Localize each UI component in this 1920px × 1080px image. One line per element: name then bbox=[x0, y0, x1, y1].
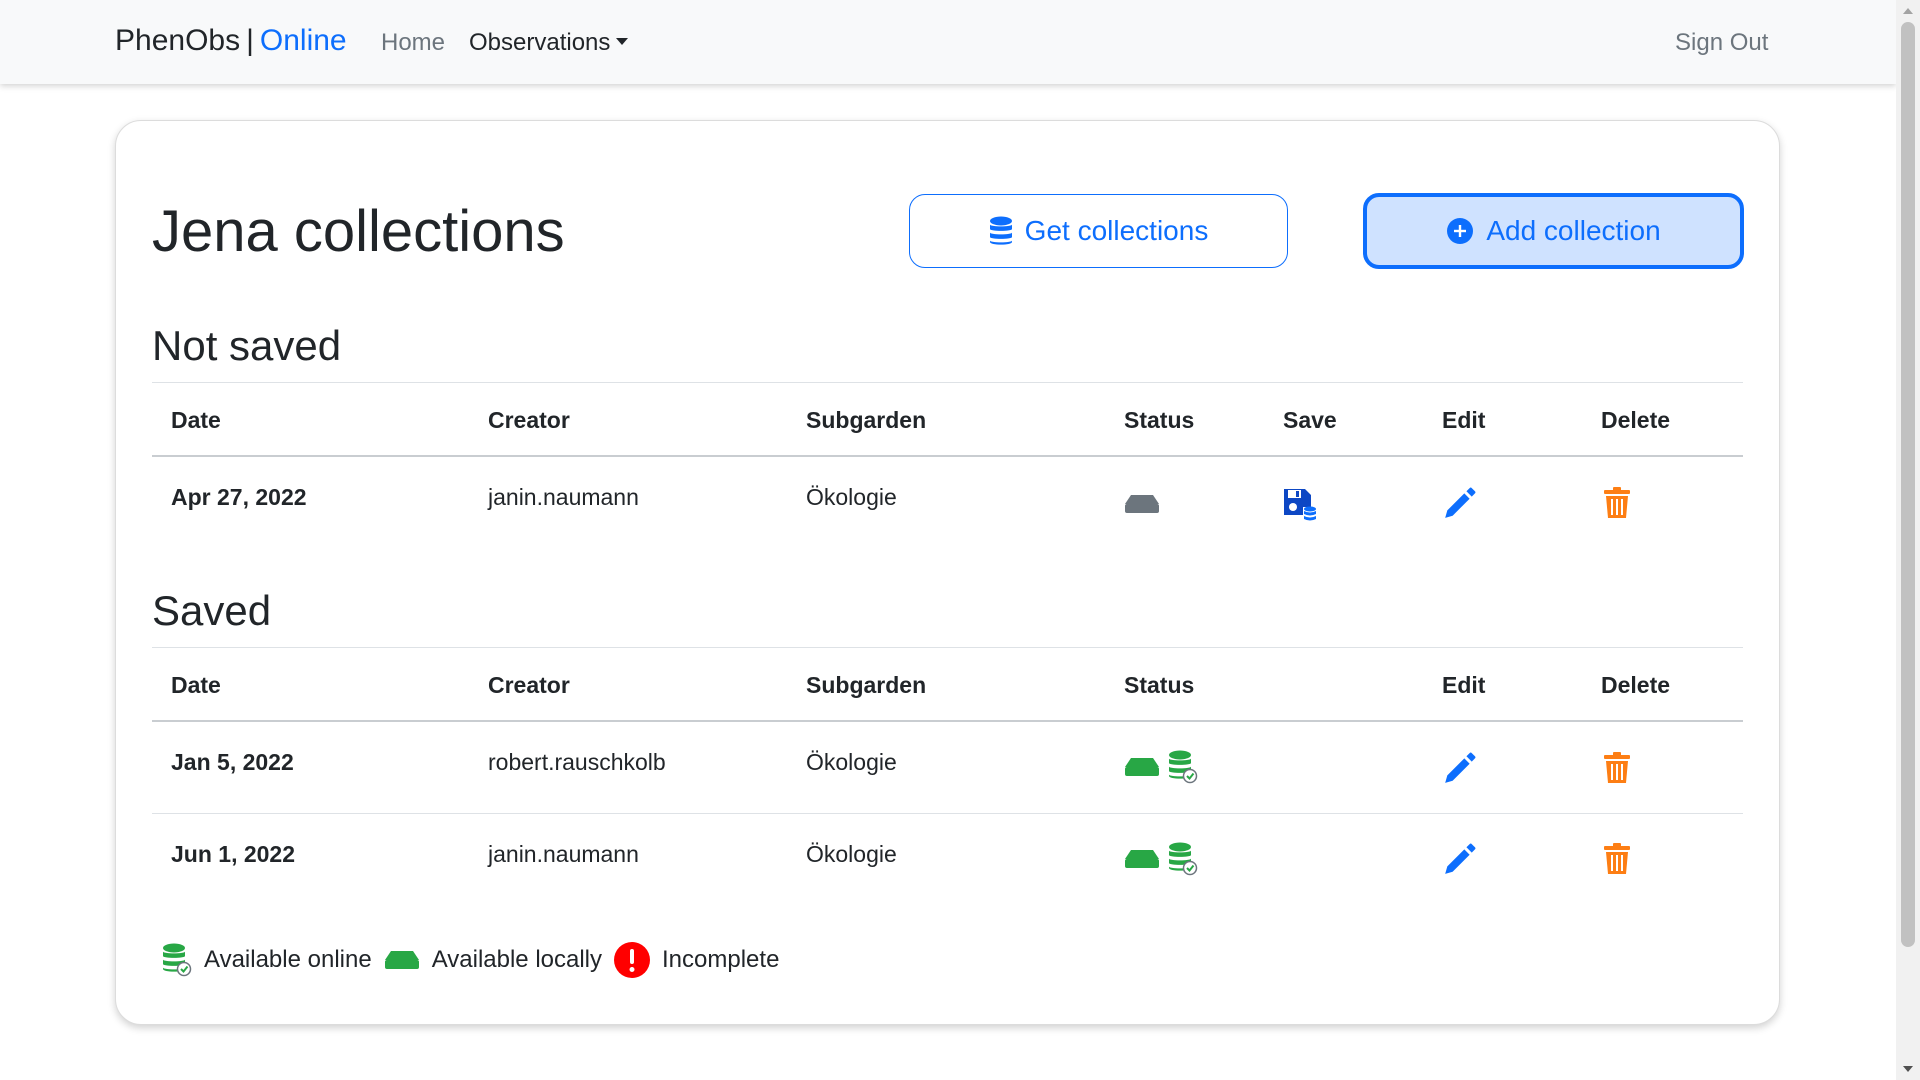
nav-observations-label: Observations bbox=[469, 29, 611, 56]
header-creator: Creator bbox=[488, 672, 570, 698]
header-creator: Creator bbox=[488, 407, 570, 433]
edit-button[interactable] bbox=[1442, 842, 1476, 878]
edit-button[interactable] bbox=[1442, 751, 1476, 787]
header-edit: Edit bbox=[1442, 672, 1486, 698]
brand-name: PhenObs bbox=[115, 24, 241, 57]
online-database-green-icon bbox=[1169, 750, 1198, 784]
divider bbox=[152, 720, 1743, 722]
divider bbox=[152, 647, 1743, 648]
row-subgarden: Ökologie bbox=[806, 841, 897, 867]
caret-down-icon bbox=[616, 38, 629, 46]
saved-section-title: Saved bbox=[152, 587, 272, 634]
add-collection-button[interactable]: Add collection bbox=[1363, 193, 1744, 269]
exclamation-circle-icon bbox=[614, 942, 651, 978]
row-date: Jan 5, 2022 bbox=[171, 749, 294, 775]
row-subgarden: Ökologie bbox=[806, 749, 897, 775]
divider bbox=[152, 455, 1743, 457]
row-date: Apr 27, 2022 bbox=[171, 484, 307, 510]
database-icon bbox=[989, 216, 1013, 246]
online-database-green-icon bbox=[1169, 842, 1198, 876]
header-date: Date bbox=[171, 407, 221, 433]
legend-local-label: Available locally bbox=[431, 946, 603, 973]
row-creator: robert.rauschkolb bbox=[488, 749, 666, 775]
pencil-icon bbox=[1442, 486, 1476, 522]
header-status: Status bbox=[1124, 407, 1195, 433]
brand-separator: | bbox=[246, 24, 254, 57]
header-delete: Delete bbox=[1601, 407, 1671, 433]
top-navbar: PhenObs | Online Home Observations Sign Ou… bbox=[0, 0, 1896, 84]
header-date: Date bbox=[171, 672, 221, 698]
save-button[interactable] bbox=[1283, 487, 1317, 523]
row-creator: janin.naumann bbox=[488, 484, 639, 510]
row-creator: janin.naumann bbox=[488, 841, 639, 867]
not-saved-section-title: Not saved bbox=[152, 322, 342, 369]
status-cell bbox=[1124, 750, 1198, 784]
delete-button[interactable] bbox=[1603, 843, 1631, 875]
floppy-save-icon bbox=[1284, 489, 1316, 521]
get-collections-label: Get collections bbox=[1024, 215, 1209, 246]
nav-observations-dropdown[interactable]: Observations bbox=[469, 29, 629, 57]
scroll-up-arrow-icon[interactable] bbox=[1903, 8, 1913, 14]
brand-suffix: Online bbox=[259, 24, 347, 57]
divider bbox=[152, 813, 1743, 814]
row-subgarden: Ökologie bbox=[806, 484, 897, 510]
delete-button[interactable] bbox=[1603, 752, 1631, 784]
add-collection-label: Add collection bbox=[1486, 215, 1661, 246]
divider bbox=[152, 382, 1743, 383]
status-cell bbox=[1124, 842, 1198, 876]
row-date: Jun 1, 2022 bbox=[171, 841, 296, 867]
legend-incomplete-label: Incomplete bbox=[662, 946, 780, 973]
header-edit: Edit bbox=[1442, 407, 1486, 433]
header-status: Status bbox=[1124, 672, 1195, 698]
legend-local: Available locally bbox=[384, 946, 602, 974]
delete-button[interactable] bbox=[1603, 487, 1631, 519]
local-drive-green-icon bbox=[1124, 849, 1160, 869]
header-save: Save bbox=[1283, 407, 1337, 433]
sign-out-link[interactable]: Sign Out bbox=[1675, 29, 1768, 57]
legend-online: Available online bbox=[162, 943, 372, 977]
brand-logo[interactable]: PhenObs | Online bbox=[115, 24, 347, 58]
trash-icon bbox=[1603, 843, 1631, 875]
local-drive-green-icon bbox=[1124, 757, 1160, 777]
get-collections-button[interactable]: Get collections bbox=[909, 194, 1288, 268]
header-subgarden: Subgarden bbox=[806, 672, 927, 698]
online-database-green-icon bbox=[163, 943, 192, 977]
header-delete: Delete bbox=[1601, 672, 1671, 698]
plus-circle-icon bbox=[1446, 217, 1474, 245]
scroll-thumb[interactable] bbox=[1901, 22, 1915, 947]
nav-home-link[interactable]: Home bbox=[381, 29, 445, 57]
legend-online-label: Available online bbox=[204, 946, 372, 973]
pencil-icon bbox=[1442, 842, 1476, 878]
status-cell bbox=[1124, 494, 1160, 514]
trash-icon bbox=[1603, 487, 1631, 519]
edit-button[interactable] bbox=[1442, 486, 1476, 522]
local-drive-green-icon bbox=[384, 950, 420, 970]
scroll-down-arrow-icon[interactable] bbox=[1903, 1066, 1913, 1072]
trash-icon bbox=[1603, 752, 1631, 784]
header-subgarden: Subgarden bbox=[806, 407, 927, 433]
status-legend: Available online Available locally Incom… bbox=[162, 940, 791, 980]
vertical-scrollbar[interactable] bbox=[1896, 0, 1920, 1080]
pencil-icon bbox=[1442, 751, 1476, 787]
legend-incomplete: Incomplete bbox=[614, 942, 779, 978]
page-title: Jena collections bbox=[152, 199, 565, 264]
local-drive-grey-icon bbox=[1124, 494, 1160, 514]
